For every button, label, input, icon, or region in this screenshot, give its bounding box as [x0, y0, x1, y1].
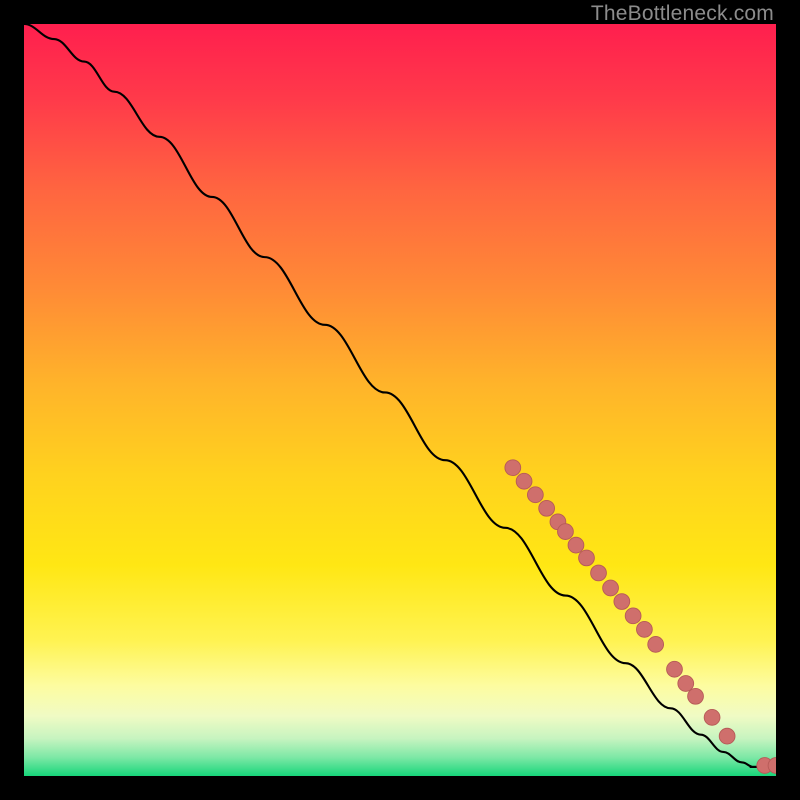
data-marker	[579, 550, 595, 566]
data-marker	[516, 473, 532, 489]
data-marker	[719, 728, 735, 744]
data-marker	[539, 500, 555, 516]
watermark-text: TheBottleneck.com	[591, 2, 774, 26]
data-marker	[648, 637, 664, 653]
data-marker	[688, 688, 704, 704]
data-marker	[678, 676, 694, 692]
data-marker	[637, 621, 653, 637]
curve-layer	[24, 24, 776, 776]
data-marker	[591, 565, 607, 581]
data-marker	[527, 487, 543, 503]
chart-root: TheBottleneck.com	[0, 0, 800, 800]
data-marker	[603, 580, 619, 596]
data-marker	[558, 524, 574, 540]
curve-path	[24, 24, 776, 767]
data-marker	[568, 537, 584, 553]
data-marker	[505, 460, 521, 476]
plot-area	[24, 24, 776, 776]
data-marker	[625, 608, 641, 624]
data-marker	[614, 594, 630, 610]
data-marker	[667, 661, 683, 677]
data-marker	[704, 709, 720, 725]
marker-group	[505, 460, 776, 774]
